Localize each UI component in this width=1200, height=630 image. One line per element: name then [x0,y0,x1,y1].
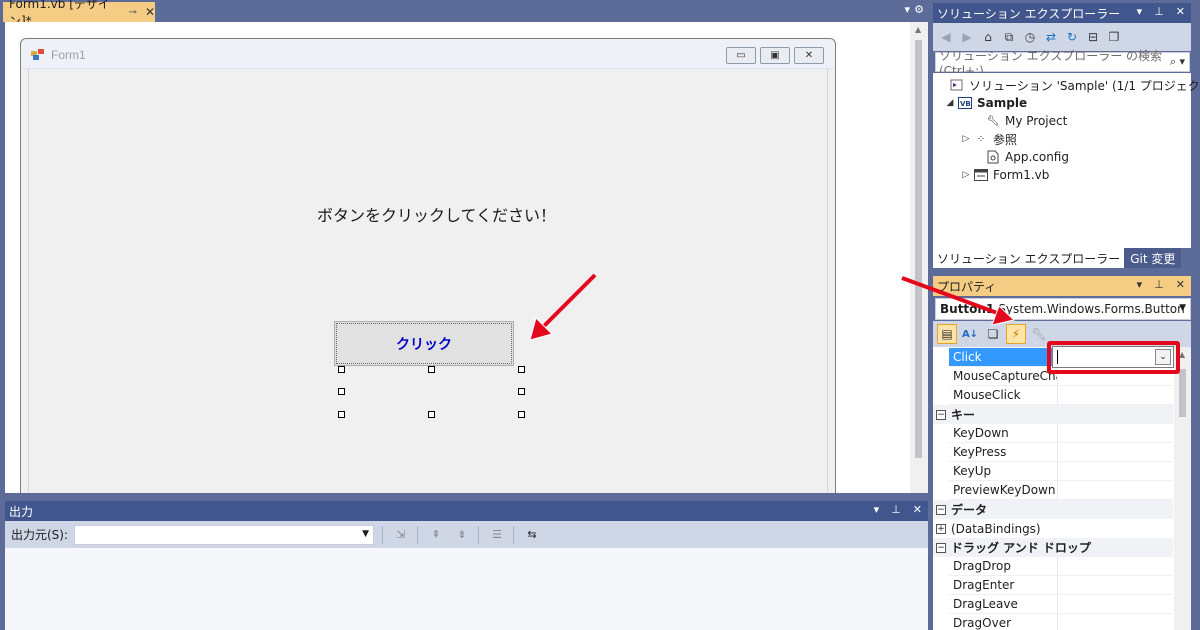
annotation-arrow-to-button [529,273,597,341]
annotation-arrows [529,273,1016,341]
annotation-arrow-to-events-icon [901,276,1016,326]
